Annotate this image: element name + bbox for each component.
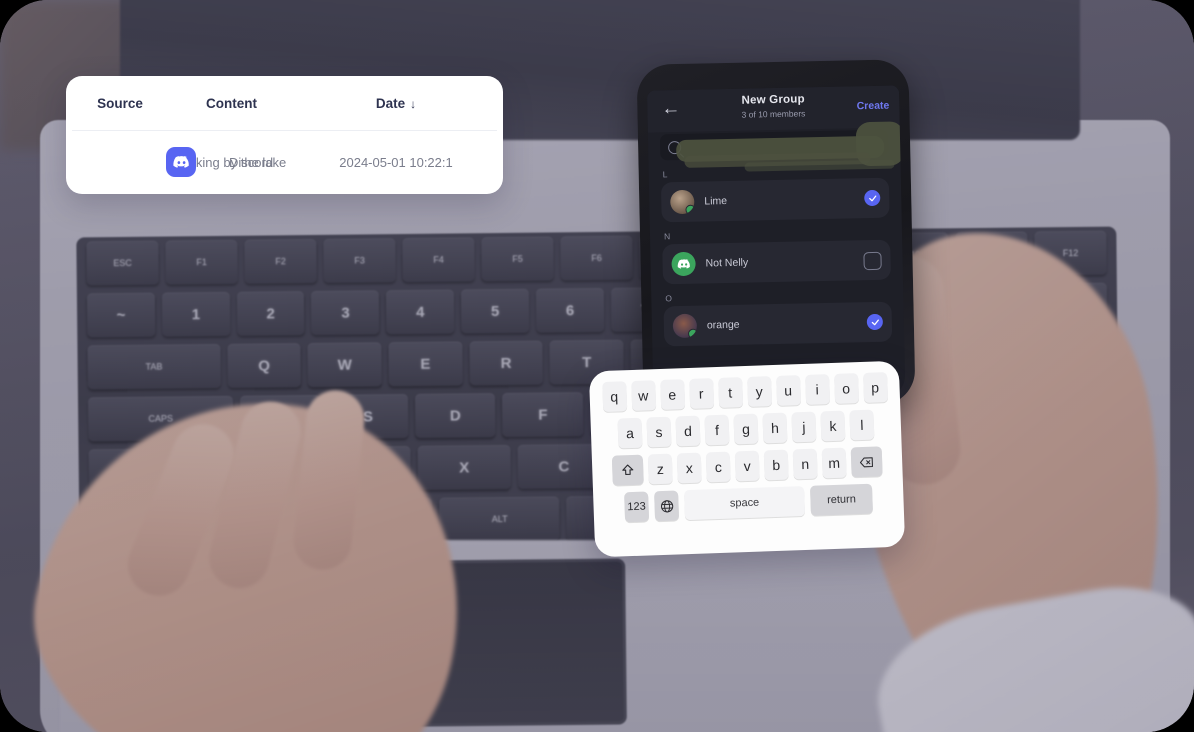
phone-device: ← New Group 3 of 10 members Create L Lim… (636, 59, 916, 410)
globe-glyph (660, 499, 673, 512)
key-d[interactable]: d (675, 415, 701, 447)
key-e[interactable]: e (659, 379, 685, 410)
column-header-date[interactable]: Date ↓ (289, 96, 503, 111)
key-j[interactable]: j (791, 411, 817, 443)
member-name: orange (706, 318, 740, 332)
key-t[interactable]: t (717, 377, 743, 408)
keyboard-row-4: 123 space return (602, 483, 895, 523)
key-y[interactable]: y (746, 376, 772, 407)
keyboard-row-3: z x c v b n m (601, 446, 894, 486)
table-header-row: Source Content Date ↓ (66, 76, 503, 130)
member-name: Not Nelly (705, 256, 749, 270)
key-b[interactable]: b (763, 449, 789, 481)
key-a[interactable]: a (617, 417, 643, 449)
globe-icon[interactable] (654, 490, 680, 522)
key-n[interactable]: n (792, 448, 818, 480)
member-row[interactable]: Not Nelly (662, 239, 891, 285)
table-row[interactable]: Discord Walking by the lake 2024-05-01 1… (66, 131, 503, 193)
column-header-content[interactable]: Content (174, 96, 289, 111)
column-header-source[interactable]: Source (66, 96, 174, 111)
messages-table-card: Source Content Date ↓ Discord Walking by … (66, 76, 503, 194)
key-h[interactable]: h (762, 412, 788, 444)
return-key[interactable]: return (809, 483, 873, 516)
key-z[interactable]: z (647, 453, 673, 485)
phone-screen: ← New Group 3 of 10 members Create L Lim… (646, 85, 906, 403)
online-status-dot (685, 204, 695, 215)
key-l[interactable]: l (849, 409, 875, 441)
key-p[interactable]: p (862, 372, 888, 403)
key-i[interactable]: i (804, 374, 830, 405)
source-name: Discord (229, 154, 274, 170)
key-r[interactable]: r (688, 378, 714, 409)
photo-avatar (672, 313, 698, 339)
member-name: Lime (704, 195, 728, 208)
column-header-date-label: Date (375, 95, 406, 111)
key-v[interactable]: v (734, 450, 760, 482)
arrow-down-icon[interactable]: ↓ (410, 97, 416, 111)
discord-avatar (671, 251, 696, 277)
shift-icon[interactable] (611, 454, 644, 486)
discord-icon (677, 258, 690, 269)
virtual-keyboard[interactable]: q w e r t y u i o p a s d f g h j k l z (588, 360, 906, 558)
cell-date: 2024-05-01 10:22:1 (339, 154, 453, 170)
key-q[interactable]: q (601, 381, 627, 413)
key-u[interactable]: u (775, 375, 801, 406)
check-icon (868, 195, 876, 201)
key-m[interactable]: m (821, 447, 847, 479)
key-o[interactable]: o (833, 373, 859, 404)
key-s[interactable]: s (646, 416, 672, 448)
member-checkbox-unselected[interactable] (863, 251, 882, 271)
numbers-key[interactable]: 123 (624, 491, 650, 523)
key-c[interactable]: c (705, 451, 731, 483)
member-checkbox-selected[interactable] (866, 313, 884, 331)
discord-icon (166, 147, 196, 177)
member-checkbox-selected[interactable] (864, 189, 881, 207)
keyboard-row-1: q w e r t y u i o p (598, 372, 891, 413)
online-status-dot (687, 328, 698, 339)
space-key[interactable]: space (684, 486, 806, 521)
member-row[interactable]: Lime (660, 177, 890, 223)
check-icon (871, 318, 879, 325)
shift-glyph (622, 463, 634, 475)
keyboard-row-2: a s d f g h j k l (600, 409, 893, 449)
screenshot-root: ESC F1 F2 F3 F4 F5 F6 F7 F8 F9 F10 F11 F… (0, 0, 1194, 732)
create-group-button[interactable]: Create (857, 100, 890, 113)
key-f[interactable]: f (704, 414, 730, 446)
backspace-glyph (859, 456, 873, 467)
photo-avatar (670, 189, 695, 215)
key-g[interactable]: g (733, 413, 759, 445)
key-k[interactable]: k (820, 410, 846, 442)
member-row[interactable]: orange (663, 301, 893, 347)
key-x[interactable]: x (676, 452, 702, 484)
key-w[interactable]: w (630, 380, 656, 411)
backspace-icon[interactable] (850, 446, 883, 478)
